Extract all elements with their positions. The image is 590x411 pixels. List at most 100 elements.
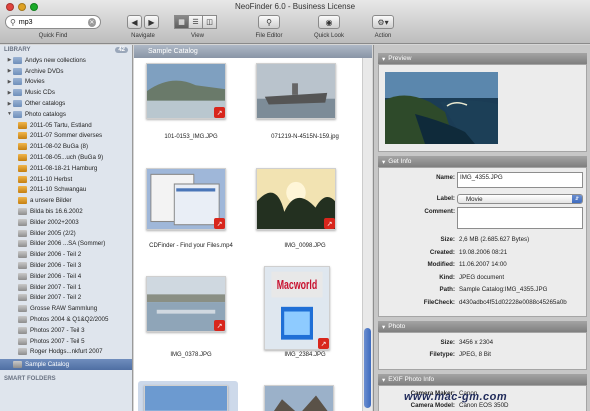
photo-thumbnail[interactable] <box>264 385 334 411</box>
select-arrows-icon: ⇵ <box>572 195 582 203</box>
disclosure-closed-icon[interactable]: ▶ <box>6 57 13 63</box>
sidebar-item-label: 2011-05 Tartu, Estland <box>30 121 92 129</box>
sidebar-item[interactable]: Bilder 2006 - Teil 3 <box>0 260 132 271</box>
sidebar-item[interactable]: 2011-08-02 BuGa (8) <box>0 141 132 152</box>
sidebar-item[interactable]: Sample Catalog <box>0 359 132 371</box>
action-button[interactable]: ⚙▾ <box>372 15 394 29</box>
column-view-button[interactable]: ◫ <box>202 15 217 29</box>
file-editor-label: File Editor <box>255 33 283 39</box>
eye-icon: ◉ <box>325 17 333 27</box>
scrollbar-thumb[interactable] <box>364 328 371 408</box>
sidebar-item[interactable]: Bilder 2002+2003 <box>0 217 132 228</box>
chevron-right-icon: ▶ <box>148 17 155 27</box>
catalog-header: Sample Catalog <box>134 45 372 58</box>
sidebar-item[interactable]: 2011-05 Tartu, Estland <box>0 120 132 131</box>
catalog-icon <box>18 316 27 324</box>
name-label: Name: <box>436 174 455 181</box>
action-label: Action <box>374 33 392 39</box>
catalog-book-icon <box>18 175 27 183</box>
photo-header[interactable]: ▾ Photo <box>378 321 587 332</box>
thumbnail-caption: IMG_0378.JPG <box>170 352 212 358</box>
sidebar-item[interactable]: ▶ Movies <box>0 77 132 88</box>
label-select[interactable]: Movie ⇵ <box>457 194 583 204</box>
sidebar-item[interactable]: Photos 2004 & Q1&Q2/2005 <box>0 314 132 325</box>
preview-pane <box>378 64 587 152</box>
disclosure-closed-icon[interactable]: ▶ <box>6 101 13 107</box>
catalog-book-icon <box>18 132 27 140</box>
catalog-icon <box>18 348 27 356</box>
sidebar-item-label: 2011-10 Schwangau <box>30 186 87 194</box>
exif-header[interactable]: ▾ EXIF Photo Info <box>378 374 587 385</box>
catalog-book-icon <box>18 143 27 151</box>
preview-header[interactable]: ▾ Preview <box>378 53 587 64</box>
folder-icon <box>13 89 22 97</box>
info-row: Filetype: JPEG, 8 Bit <box>379 351 588 360</box>
thumbnail-caption: 071219-N-4515N-159.jpg <box>271 134 339 140</box>
disclosure-open-icon[interactable]: ▼ <box>6 111 13 117</box>
sidebar: LIBRARY 42 ▶ Andys new collections ▶ Archiv… <box>0 45 133 411</box>
clear-search-icon[interactable]: ✕ <box>87 17 96 27</box>
sidebar-item[interactable]: Bilda bis 16.6.2002 <box>0 206 132 217</box>
sidebar-item-label: Bilder 2006 ...SA (Sommer) <box>30 240 106 248</box>
forward-button[interactable]: ▶ <box>144 15 159 29</box>
search-input[interactable] <box>18 18 85 26</box>
sidebar-item[interactable]: 2011-08-18-21 Hamburg <box>0 163 132 174</box>
vertical-scrollbar[interactable] <box>362 58 372 411</box>
catalog-icon <box>18 208 27 216</box>
list-view-button[interactable]: ☰ <box>188 15 203 29</box>
get-info-header[interactable]: ▾ Get Info <box>378 156 587 167</box>
sidebar-item[interactable]: Bilder 2006 - Teil 2 <box>0 249 132 260</box>
sidebar-item[interactable]: Roger Hodgs...nkfurt 2007 <box>0 347 132 358</box>
photo-thumbnail[interactable] <box>256 63 336 119</box>
quick-look-button[interactable]: ◉ <box>318 15 340 29</box>
catalog-book-icon <box>18 186 27 194</box>
sidebar-item[interactable]: 2011-10 Schwangau <box>0 185 132 196</box>
back-button[interactable]: ◀ <box>127 15 142 29</box>
quick-find-label: Quick Find <box>38 33 68 39</box>
sidebar-item-label: Bilder 2007 - Teil 2 <box>30 294 82 302</box>
search-box[interactable]: ⚲ ✕ <box>5 15 101 29</box>
sidebar-item[interactable]: Bilder 2007 - Teil 2 <box>0 293 132 304</box>
sidebar-item[interactable]: 2011-07 Sommer diverses <box>0 131 132 142</box>
file-editor-button[interactable]: ⚲ <box>258 15 280 29</box>
info-value: 11.06.2007 14:00 <box>459 261 507 269</box>
photo-pane: Size: 3456 x 2304 Filetype: JPEG, 8 Bit <box>378 332 587 370</box>
info-key: FileCheck: <box>423 299 455 306</box>
sidebar-item[interactable]: Photos 2007 - Teil 3 <box>0 325 132 336</box>
sidebar-item[interactable]: Bilder 2006 - Teil 4 <box>0 271 132 282</box>
get-info-title: Get Info <box>388 158 412 165</box>
sidebar-item[interactable]: Bilder 2005 (2/2) <box>0 228 132 239</box>
sidebar-item-label: Andys new collections <box>25 56 86 64</box>
sidebar-item[interactable]: Photos 2007 - Teil 5 <box>0 336 132 347</box>
sidebar-item[interactable]: Bilder 2006 ...SA (Sommer) <box>0 239 132 250</box>
info-value: 3456 x 2304 <box>459 339 494 346</box>
sidebar-item[interactable]: 2011-10 Herbst <box>0 174 132 185</box>
comment-field[interactable] <box>457 207 583 229</box>
comment-label: Comment: <box>424 208 455 215</box>
info-row: Created: 19.08.2006 08:21 <box>379 249 588 258</box>
sidebar-item[interactable]: 2011-08-05...uch (BuGa 9) <box>0 152 132 163</box>
icon-view-button[interactable]: ▦ <box>174 15 189 29</box>
disclosure-closed-icon[interactable]: ▶ <box>6 79 13 85</box>
name-field[interactable]: IMG_4355.JPG <box>457 172 583 188</box>
disclosure-closed-icon[interactable]: ▶ <box>6 90 13 96</box>
catalog-icon <box>18 305 27 313</box>
photo-thumbnail[interactable] <box>144 385 228 411</box>
sidebar-item[interactable]: Grosse RAW Sammlung <box>0 303 132 314</box>
sidebar-item[interactable]: ▶ Archive DVDs <box>0 66 132 77</box>
catalog-browser: Sample Catalog ↗ 101-0153_IMG.JPG 071219-N… <box>134 45 372 411</box>
sidebar-item-label: Photos 2007 - Teil 3 <box>30 326 85 334</box>
info-value: Canon EOS 350D <box>459 402 509 409</box>
sidebar-item[interactable]: a unsere Bilder <box>0 195 132 206</box>
macworld-logo-text: Macworld <box>277 279 318 293</box>
catalog-icon <box>18 337 27 345</box>
disclosure-closed-icon[interactable]: ▶ <box>6 68 13 74</box>
sidebar-item[interactable]: ▶ Andys new collections <box>0 55 132 66</box>
sidebar-item[interactable]: ▼ Photo catalogs <box>0 109 132 120</box>
sidebar-item[interactable]: ▶ Other catalogs <box>0 98 132 109</box>
sidebar-item-label: Bilder 2006 - Teil 3 <box>30 262 82 270</box>
thumbnail-caption: 101-0153_IMG.JPG <box>164 134 218 140</box>
sidebar-item[interactable]: Bilder 2007 - Teil 1 <box>0 282 132 293</box>
sidebar-item[interactable]: ▶ Music CDs <box>0 87 132 98</box>
quick-look-label: Quick Look <box>313 33 344 39</box>
